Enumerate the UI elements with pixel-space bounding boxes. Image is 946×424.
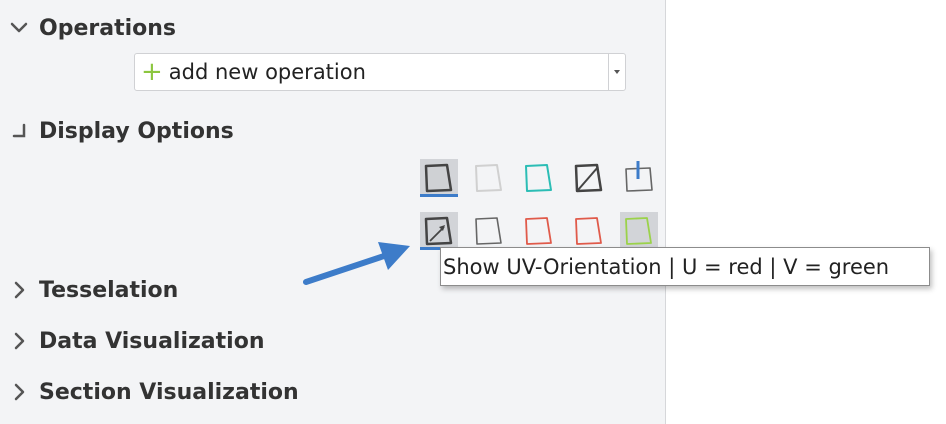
surface-normals-button[interactable] [620,159,658,197]
chevron-right-icon [8,381,30,403]
active-underline [420,194,458,197]
uv-orientation-button[interactable] [420,212,458,250]
properties-panel: Operations + add new operation Display O… [0,0,666,424]
section-visualization-title: Section Visualization [39,379,299,405]
teal-edges-button[interactable] [520,159,558,197]
viewport-area [667,0,946,424]
shaded-surface-button[interactable] [420,159,458,197]
red-outline-button[interactable] [520,212,558,250]
red-outline-icon [525,217,552,245]
triangulated-surface-button[interactable] [570,159,608,197]
section-visualization-header[interactable]: Section Visualization [8,377,299,407]
data-visualization-header[interactable]: Data Visualization [8,326,264,356]
tooltip: Show UV-Orientation | U = red | V = gree… [440,247,930,286]
tesselation-header[interactable]: Tesselation [8,275,178,305]
operations-title: Operations [39,15,176,41]
display-options-header[interactable]: Display Options [8,116,234,146]
tooltip-text: Show UV-Orientation | U = red | V = gree… [443,254,890,279]
transparent-surface-icon [475,164,502,192]
plus-icon: + [141,57,163,87]
add-operation-label: add new operation [168,60,366,84]
annotation-arrow-icon [303,242,410,285]
operations-header[interactable]: Operations [8,13,176,43]
chevron-end-icon [8,120,30,142]
gray-outline-button[interactable] [470,212,508,250]
chevron-right-icon [8,330,30,352]
green-outline-icon [625,217,652,245]
red-outline-icon-2 [575,217,602,245]
dropdown-arrow-icon[interactable] [608,54,625,90]
chevron-right-icon [8,279,30,301]
shaded-surface-icon [424,163,453,193]
uv-orientation-icon [424,216,453,246]
teal-edges-icon [525,164,552,192]
display-options-title: Display Options [39,118,234,144]
green-outline-button[interactable] [620,212,658,250]
chevron-down-icon [8,17,30,39]
red-outline-button-2[interactable] [570,212,608,250]
transparent-surface-button[interactable] [470,159,508,197]
data-visualization-title: Data Visualization [39,328,265,354]
add-operation-combobox[interactable]: + add new operation [134,53,626,91]
surface-normals-icon [625,161,653,192]
gray-outline-icon [475,217,502,245]
triangulated-surface-icon [574,163,603,193]
tesselation-title: Tesselation [39,277,179,303]
